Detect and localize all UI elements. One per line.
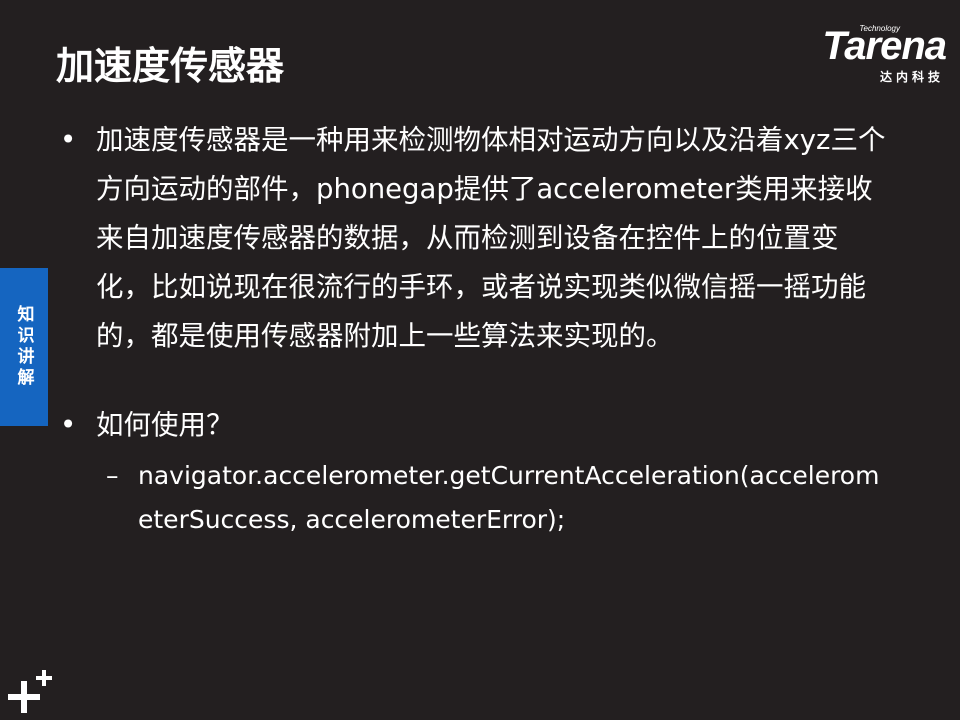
slide-content: • 加速度传感器是一种用来检测物体相对运动方向以及沿着xyz三个方向运动的部件，… [60,116,890,542]
tarena-logo: Technology Tarena 达内科技 [776,24,947,84]
sub-bullet-item: – navigator.accelerometer.getCurrentAcce… [60,454,890,542]
plus-plus-icon [8,670,52,713]
bullet-marker: • [60,124,77,156]
side-tab-label: 知识讲解 [13,305,34,389]
bullet-item: • 加速度传感器是一种用来检测物体相对运动方向以及沿着xyz三个方向运动的部件，… [60,116,890,361]
slide-title: 加速度传感器 [56,44,285,88]
logo-subtitle-text: 达内科技 [879,70,944,84]
sub-bullet-marker: – [106,461,119,490]
side-tab: 知识讲解 [0,268,48,426]
bullet-text: 如何使用？ [96,409,234,441]
bullet-text: 加速度传感器是一种用来检测物体相对运动方向以及沿着xyz三个方向运动的部件，ph… [96,124,886,352]
bullet-marker: • [60,409,77,441]
logo-brand-text: Tarena [822,24,947,68]
bullet-item: • 如何使用？ [60,401,890,450]
sub-bullet-text: navigator.accelerometer.getCurrentAccele… [138,461,880,534]
